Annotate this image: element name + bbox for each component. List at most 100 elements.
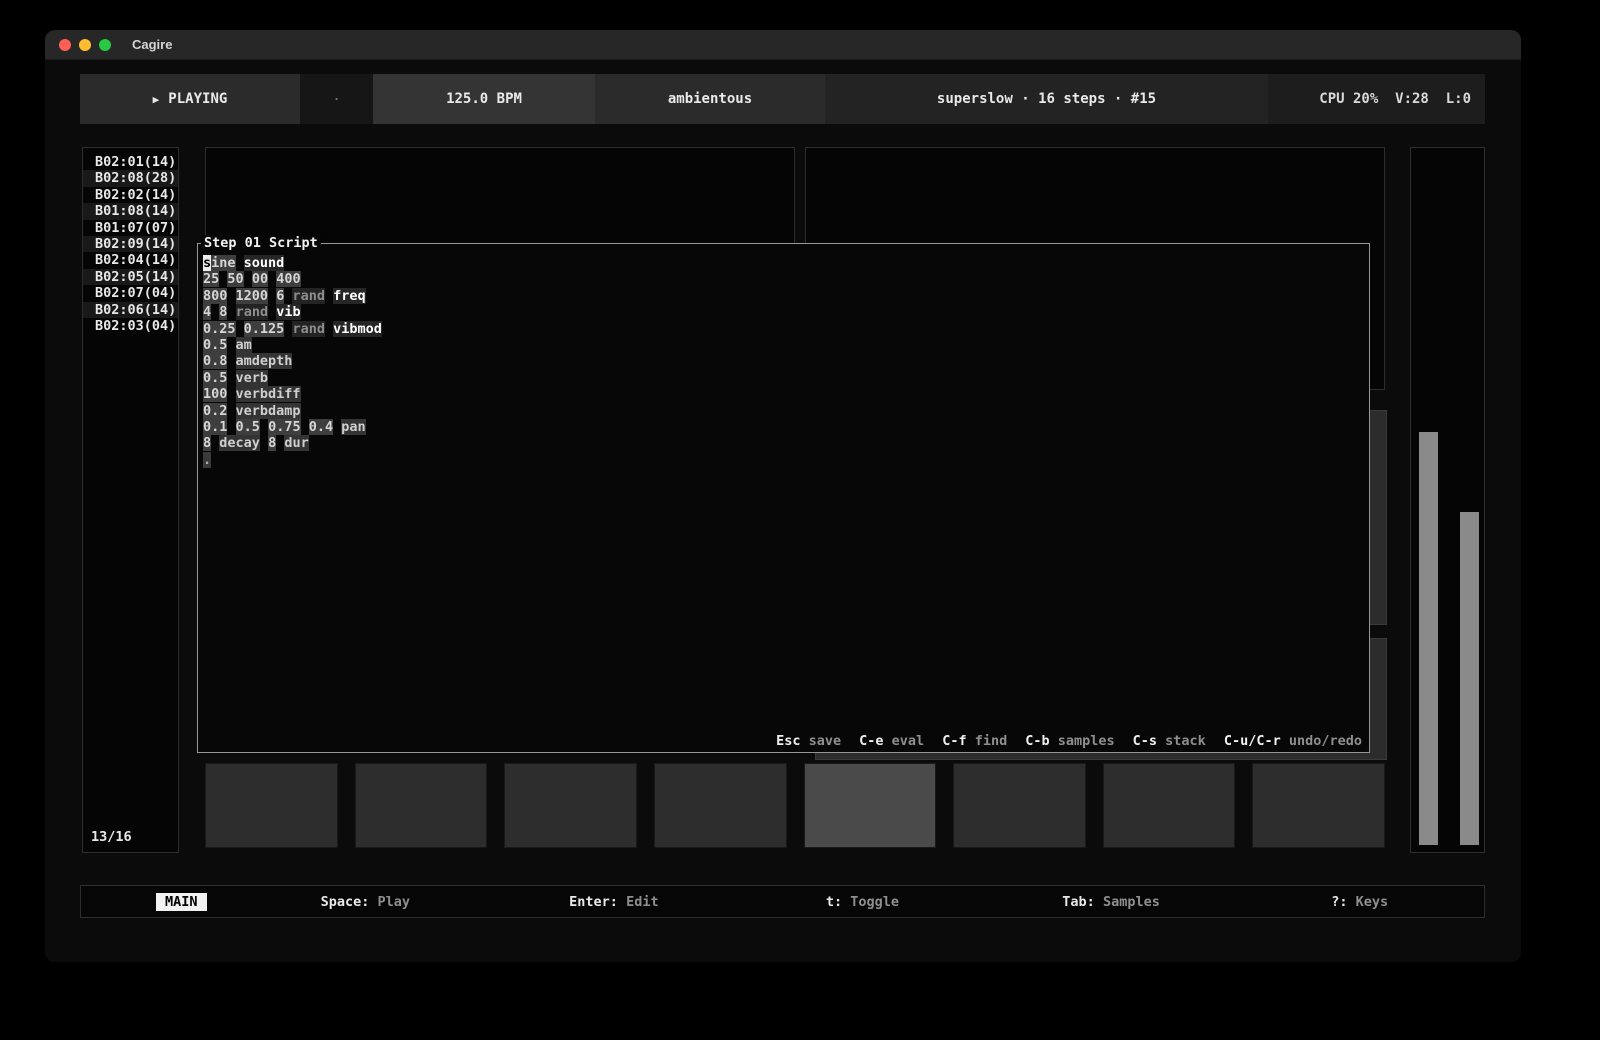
script-token: 0.2 [203, 403, 227, 419]
script-line: 0.5 am [203, 337, 1364, 353]
script-token: verb [236, 370, 269, 386]
step-box[interactable] [355, 763, 488, 848]
script-line: 0.1 0.5 0.75 0.4 pan [203, 419, 1364, 435]
script-token: 0.4 [309, 419, 333, 435]
sample-list-item[interactable]: B02:07(04) [83, 285, 178, 301]
modal-keybind: C-e eval [859, 733, 924, 749]
step-box[interactable] [1103, 763, 1236, 848]
step-sequencer-row [205, 763, 1385, 848]
script-token: 0.125 [244, 321, 285, 337]
beat-indicator: · [300, 74, 373, 124]
script-token: verbdiff [236, 386, 301, 402]
script-token: 0.5 [236, 419, 260, 435]
statusbar-keybind: Enter: Edit [490, 894, 739, 910]
sample-list-item[interactable]: B02:08(28) [83, 170, 178, 186]
script-token: 6 [276, 288, 284, 304]
statusbar-keybind: Tab: Samples [987, 894, 1236, 910]
script-token: 100 [203, 386, 227, 402]
script-token: 800 [203, 288, 227, 304]
sample-list-item[interactable]: B02:04(14) [83, 252, 178, 268]
play-state-button[interactable]: ▶ PLAYING [80, 74, 300, 124]
modal-keybind: C-f find [942, 733, 1007, 749]
bpm-display[interactable]: 125.0 BPM [373, 74, 595, 124]
status-bar: MAIN Space: PlayEnter: Editt: ToggleTab:… [80, 885, 1485, 918]
level-meter-bar [1460, 512, 1479, 845]
step-box[interactable] [654, 763, 787, 848]
script-line: 800 1200 6 rand freq [203, 288, 1364, 304]
end-cursor: . [203, 452, 211, 468]
script-line: sine sound [203, 255, 1364, 271]
script-token: 0.5 [203, 337, 227, 353]
script-line: 25 50 00 400 [203, 271, 1364, 287]
script-token: 0.75 [268, 419, 301, 435]
window-titlebar[interactable]: Cagire [45, 30, 1521, 60]
modal-keybind: C-s stack [1133, 733, 1206, 749]
close-window-icon[interactable] [59, 39, 71, 51]
script-token: rand [292, 288, 325, 304]
modal-title: Step 01 Script [201, 235, 321, 252]
sample-list-item[interactable]: B02:02(14) [83, 187, 178, 203]
script-token: pan [341, 419, 365, 435]
script-token: sound [244, 255, 285, 271]
modal-keybind: C-u/C-r undo/redo [1224, 733, 1362, 749]
modal-keybind: Esc save [776, 733, 841, 749]
script-line: 0.5 verb [203, 370, 1364, 386]
script-token: 0.5 [203, 370, 227, 386]
sample-list-item[interactable]: B02:03(04) [83, 318, 178, 334]
modal-keybind: C-b samples [1025, 733, 1114, 749]
pattern-info: superslow · 16 steps · #15 [825, 74, 1268, 124]
zoom-window-icon[interactable] [99, 39, 111, 51]
play-state-label: PLAYING [168, 91, 227, 107]
script-token: 4 [203, 304, 211, 320]
script-token: 0.8 [203, 353, 227, 369]
keybind-key: Tab: [1062, 894, 1095, 910]
step-box[interactable] [504, 763, 637, 848]
script-token: vibmod [333, 321, 382, 337]
script-token: ine [211, 255, 235, 271]
script-editor[interactable]: sine sound25 50 00 400800 1200 6 rand fr… [203, 255, 1364, 468]
mode-cell: MAIN [81, 878, 241, 926]
script-line: 0.2 verbdamp [203, 403, 1364, 419]
step-box[interactable] [953, 763, 1086, 848]
sample-list-item[interactable]: B02:05(14) [83, 269, 178, 285]
script-line: . [203, 452, 1364, 468]
script-line: 100 verbdiff [203, 386, 1364, 402]
script-line: 4 8 rand vib [203, 304, 1364, 320]
sample-list-item[interactable]: B02:06(14) [83, 302, 178, 318]
text-cursor: s [203, 255, 211, 271]
script-token: decay [219, 435, 260, 451]
script-token: 400 [276, 271, 300, 287]
transport-bar: ▶ PLAYING · 125.0 BPM ambientous supersl… [80, 74, 1485, 124]
script-token: 25 [203, 271, 219, 287]
sample-list-item[interactable]: B01:07(07) [83, 220, 178, 236]
mode-badge: MAIN [156, 893, 207, 911]
step-box-active[interactable] [804, 763, 937, 848]
statusbar-keybind: t: Toggle [738, 894, 987, 910]
script-token: 00 [252, 271, 268, 287]
keybind-key: Space: [321, 894, 370, 910]
step-script-modal: Step 01 Script sine sound25 50 00 400800… [197, 243, 1370, 753]
script-token: 0.1 [203, 419, 227, 435]
patch-name: ambientous [595, 74, 825, 124]
step-box[interactable] [205, 763, 338, 848]
step-box[interactable] [1252, 763, 1385, 848]
keybind-key: C-u/C-r [1224, 733, 1281, 749]
minimize-window-icon[interactable] [79, 39, 91, 51]
script-token: verbdamp [236, 403, 301, 419]
keybind-key: ?: [1331, 894, 1347, 910]
keybind-key: t: [826, 894, 842, 910]
script-token: 8 [268, 435, 276, 451]
statusbar-keybind: Space: Play [241, 894, 490, 910]
cpu-voice-stats: CPU 20% V:28 L:0 [1268, 74, 1485, 124]
sample-list: B02:01(14)B02:08(28)B02:02(14)B01:08(14)… [83, 154, 178, 334]
script-token: rand [236, 304, 269, 320]
script-token: 50 [227, 271, 243, 287]
script-token: am [236, 337, 252, 353]
play-icon: ▶ [153, 93, 160, 106]
keybind-key: Esc [776, 733, 800, 749]
sample-list-item[interactable]: B02:09(14) [83, 236, 178, 252]
script-line: 8 decay 8 dur [203, 435, 1364, 451]
window-title: Cagire [132, 37, 172, 52]
sample-list-item[interactable]: B01:08(14) [83, 203, 178, 219]
sample-list-item[interactable]: B02:01(14) [83, 154, 178, 170]
